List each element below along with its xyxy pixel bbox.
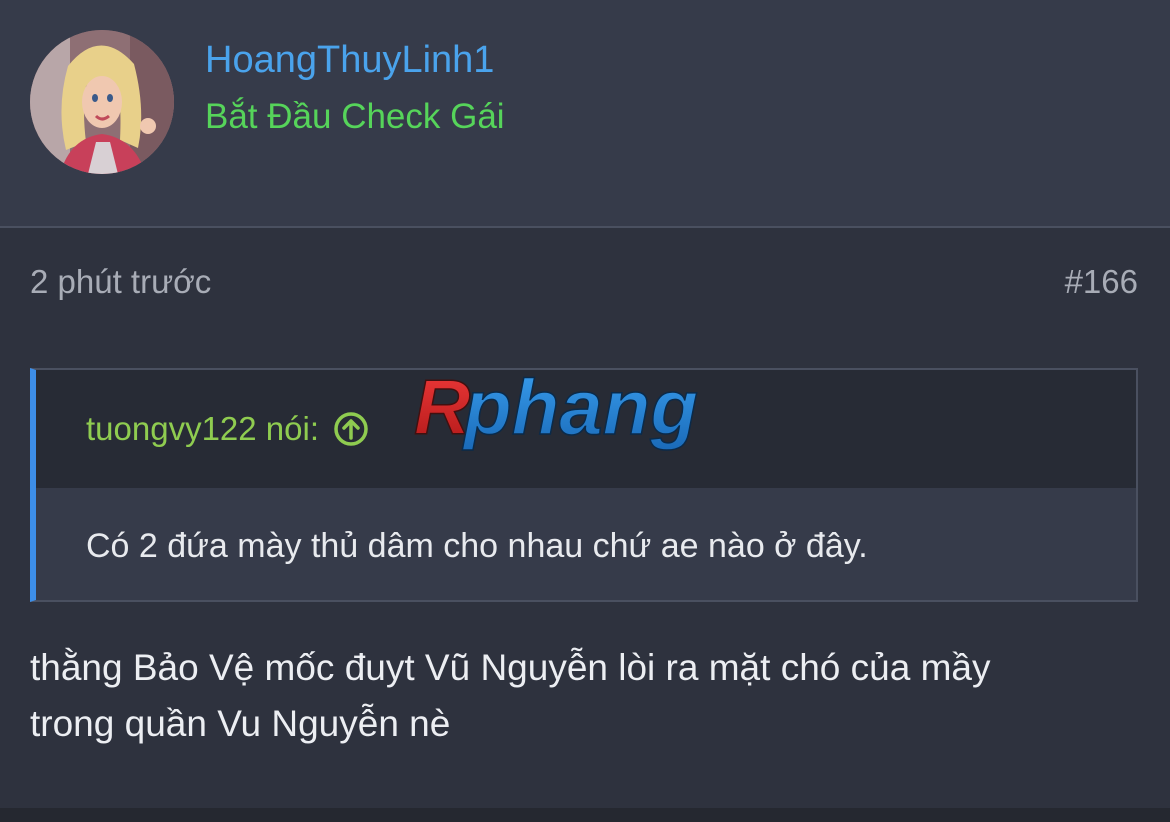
post-message-line: trong quần Vu Nguyễn nè xyxy=(30,703,451,744)
post-message: thằng Bảo Vệ mốc đuyt Vũ Nguyễn lòi ra m… xyxy=(30,640,1140,752)
post-page: HoangThuyLinh1 Bắt Đầu Check Gái 2 phút … xyxy=(0,0,1170,822)
quote-text: Có 2 đứa mày thủ dâm cho nhau chứ ae nào… xyxy=(86,527,868,565)
post-message-line: thằng Bảo Vệ mốc đuyt Vũ Nguyễn lòi ra m… xyxy=(30,647,991,688)
post-body: 2 phút trước #166 tuongvy122 nói: Có 2 đ… xyxy=(0,228,1170,808)
watermark-letters: phang xyxy=(462,368,698,451)
quote-author-label: tuongvy122 nói: xyxy=(86,410,320,447)
bottom-divider xyxy=(0,808,1170,822)
username-link[interactable]: HoangThuyLinh1 xyxy=(205,38,494,82)
post-number[interactable]: #166 xyxy=(1065,262,1138,302)
post-timestamp[interactable]: 2 phút trước xyxy=(30,262,211,302)
user-title: Bắt Đầu Check Gái xyxy=(205,97,505,136)
avatar[interactable] xyxy=(30,30,174,174)
arrow-up-circle-icon[interactable] xyxy=(333,411,369,447)
watermark-logo: R phang xyxy=(412,362,772,458)
post-header: HoangThuyLinh1 Bắt Đầu Check Gái xyxy=(0,0,1170,228)
quote-author[interactable]: tuongvy122 nói: xyxy=(86,409,369,449)
watermark-letter: R xyxy=(414,368,470,451)
